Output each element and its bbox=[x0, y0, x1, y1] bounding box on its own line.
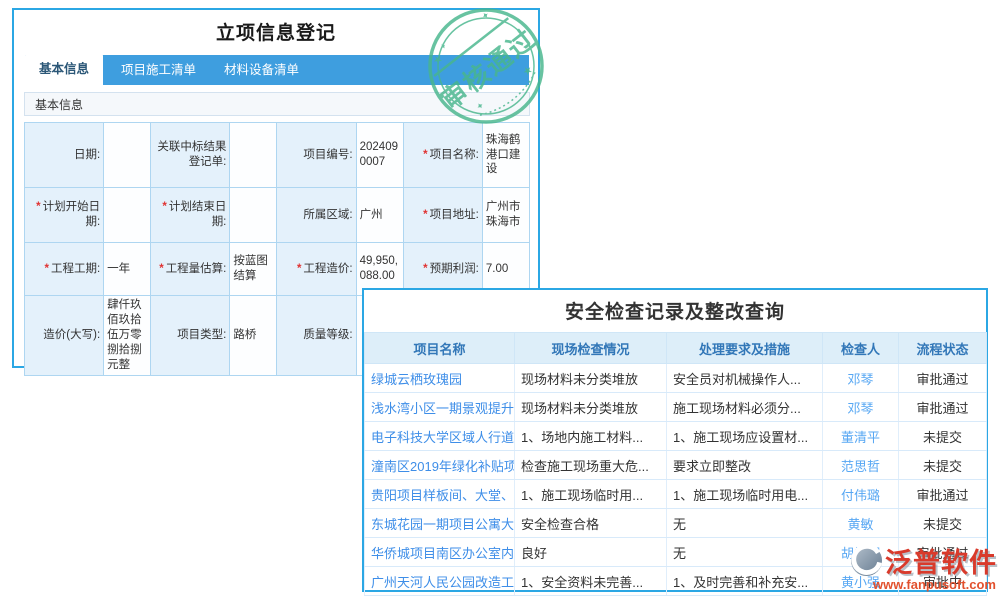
status-badge: 未提交 bbox=[899, 509, 987, 538]
site-inspection-cell: 1、场地内施工材料... bbox=[515, 422, 667, 451]
project-name-link[interactable]: 东城花园一期项目公寓大 bbox=[365, 509, 515, 538]
fanpu-logo-icon bbox=[850, 544, 883, 577]
measures-cell: 1、及时完善和补充安... bbox=[667, 567, 823, 596]
project-name-link[interactable]: 绿城云栖玫瑰园 bbox=[365, 364, 515, 393]
required-asterisk: * bbox=[297, 263, 301, 275]
site-inspection-cell: 1、安全资料未完善... bbox=[515, 567, 667, 596]
form-field-label: 质量等级: bbox=[277, 296, 356, 376]
site-inspection-cell: 良好 bbox=[515, 538, 667, 567]
form-field-value[interactable]: 按蓝图结算 bbox=[230, 243, 277, 296]
column-header: 项目名称 bbox=[365, 333, 515, 364]
site-inspection-cell: 现场材料未分类堆放 bbox=[515, 393, 667, 422]
project-name-link[interactable]: 浅水湾小区一期景观提升 bbox=[365, 393, 515, 422]
required-asterisk: * bbox=[44, 263, 48, 275]
form-field-value[interactable]: 路桥 bbox=[230, 296, 277, 376]
site-inspection-cell: 安全检查合格 bbox=[515, 509, 667, 538]
form-field-label: 项目类型: bbox=[151, 296, 230, 376]
form-field-label: 项目编号: bbox=[277, 123, 356, 188]
status-badge: 未提交 bbox=[899, 451, 987, 480]
form-field-label: 所属区域: bbox=[277, 188, 356, 243]
site-inspection-cell: 检查施工现场重大危... bbox=[515, 451, 667, 480]
form-field-label: *计划开始日期: bbox=[25, 188, 104, 243]
project-name-link[interactable]: 电子科技大学区域人行道 bbox=[365, 422, 515, 451]
inspector-cell: 邓琴 bbox=[823, 364, 899, 393]
required-asterisk: * bbox=[423, 263, 427, 275]
project-name-link[interactable]: 华侨城项目南区办公室内 bbox=[365, 538, 515, 567]
table-row: 电子科技大学区域人行道1、场地内施工材料...1、施工现场应设置材...董清平未… bbox=[365, 422, 987, 451]
form-field-label: *计划结束日期: bbox=[151, 188, 230, 243]
tab-2[interactable]: 项目施工清单 bbox=[107, 55, 210, 85]
required-asterisk: * bbox=[36, 201, 40, 213]
form-field-value[interactable] bbox=[104, 188, 151, 243]
status-badge: 审批通过 bbox=[899, 393, 987, 422]
measures-cell: 安全员对机械操作人... bbox=[667, 364, 823, 393]
measures-cell: 施工现场材料必须分... bbox=[667, 393, 823, 422]
form-field-label: *工程工期: bbox=[25, 243, 104, 296]
inspector-cell: 付伟璐 bbox=[823, 480, 899, 509]
column-header: 检查人 bbox=[823, 333, 899, 364]
form-row: 日期: 关联中标结果登记单: 项目编号:2024090007*项目名称:珠海鹤港口建… bbox=[25, 123, 530, 188]
form-field-label: *项目名称: bbox=[403, 123, 482, 188]
table-row: 浅水湾小区一期景观提升现场材料未分类堆放施工现场材料必须分...邓琴审批通过 bbox=[365, 393, 987, 422]
table-row: 贵阳项目样板间、大堂、1、施工现场临时用...1、施工现场临时用电...付伟璐审… bbox=[365, 480, 987, 509]
form-field-label: 关联中标结果登记单: bbox=[151, 123, 230, 188]
form-field-value[interactable] bbox=[230, 123, 277, 188]
status-badge: 审批通过 bbox=[899, 364, 987, 393]
inspector-cell: 范思哲 bbox=[823, 451, 899, 480]
table-row: 绿城云栖玫瑰园现场材料未分类堆放安全员对机械操作人...邓琴审批通过 bbox=[365, 364, 987, 393]
tab-1[interactable]: 基本信息 bbox=[25, 52, 103, 85]
approval-stamp: 审核通过 ★ ✦ ✦ ✦ ★ bbox=[425, 5, 547, 127]
form-field-value[interactable] bbox=[230, 188, 277, 243]
form-field-value[interactable]: 珠海鹤港口建设 bbox=[482, 123, 529, 188]
inspector-cell: 黄敏 bbox=[823, 509, 899, 538]
measures-cell: 1、施工现场临时用电... bbox=[667, 480, 823, 509]
form-field-value[interactable]: 广州市珠海市 bbox=[482, 188, 529, 243]
safety-panel-title: 安全检查记录及整改查询 bbox=[364, 290, 986, 332]
measures-cell: 无 bbox=[667, 509, 823, 538]
site-inspection-cell: 1、施工现场临时用... bbox=[515, 480, 667, 509]
form-field-value[interactable]: 一年 bbox=[104, 243, 151, 296]
table-row: 潼南区2019年绿化补贴项检查施工现场重大危...要求立即整改范思哲未提交 bbox=[365, 451, 987, 480]
form-field-value[interactable]: 广州 bbox=[356, 188, 403, 243]
required-asterisk: * bbox=[423, 149, 427, 161]
tab-3[interactable]: 材料设备清单 bbox=[210, 55, 313, 85]
approval-stamp-seal-icon: 审核通过 ★ ✦ ✦ ✦ ★ bbox=[425, 5, 547, 127]
project-name-link[interactable]: 广州天河人民公园改造工 bbox=[365, 567, 515, 596]
stamp-star-icon: ✦ bbox=[438, 41, 449, 52]
form-field-value[interactable]: 2024090007 bbox=[356, 123, 403, 188]
form-field-label: *工程造价: bbox=[277, 243, 356, 296]
form-field-label: *项目地址: bbox=[403, 188, 482, 243]
table-row: 东城花园一期项目公寓大安全检查合格无黄敏未提交 bbox=[365, 509, 987, 538]
form-field-value[interactable]: 肆仟玖佰玖拾伍万零捌拾捌元整 bbox=[104, 296, 151, 376]
stamp-star-icon: ✦ bbox=[474, 100, 486, 113]
required-asterisk: * bbox=[162, 201, 166, 213]
project-name-link[interactable]: 贵阳项目样板间、大堂、 bbox=[365, 480, 515, 509]
project-name-link[interactable]: 潼南区2019年绿化补贴项 bbox=[365, 451, 515, 480]
measures-cell: 要求立即整改 bbox=[667, 451, 823, 480]
vendor-logo-text: 泛普软件 bbox=[885, 541, 997, 580]
column-header: 流程状态 bbox=[899, 333, 987, 364]
form-field-label: 造价(大写): bbox=[25, 296, 104, 376]
status-badge: 未提交 bbox=[899, 422, 987, 451]
form-row: *计划开始日期: *计划结束日期: 所属区域:广州*项目地址:广州市珠海市 bbox=[25, 188, 530, 243]
column-header: 处理要求及措施 bbox=[667, 333, 823, 364]
measures-cell: 无 bbox=[667, 538, 823, 567]
inspector-cell: 董清平 bbox=[823, 422, 899, 451]
form-field-label: 日期: bbox=[25, 123, 104, 188]
site-inspection-cell: 现场材料未分类堆放 bbox=[515, 364, 667, 393]
table-header-row: 项目名称现场检查情况处理要求及措施检查人流程状态 bbox=[365, 333, 987, 364]
measures-cell: 1、施工现场应设置材... bbox=[667, 422, 823, 451]
required-asterisk: * bbox=[159, 263, 163, 275]
vendor-logo-url: www.fanpusoft.com bbox=[850, 577, 996, 592]
required-asterisk: * bbox=[423, 209, 427, 221]
form-field-label: *工程量估算: bbox=[151, 243, 230, 296]
column-header: 现场检查情况 bbox=[515, 333, 667, 364]
form-field-value[interactable] bbox=[104, 123, 151, 188]
status-badge: 审批通过 bbox=[899, 480, 987, 509]
vendor-logo: 泛普软件 www.fanpusoft.com bbox=[850, 541, 996, 592]
inspector-cell: 邓琴 bbox=[823, 393, 899, 422]
